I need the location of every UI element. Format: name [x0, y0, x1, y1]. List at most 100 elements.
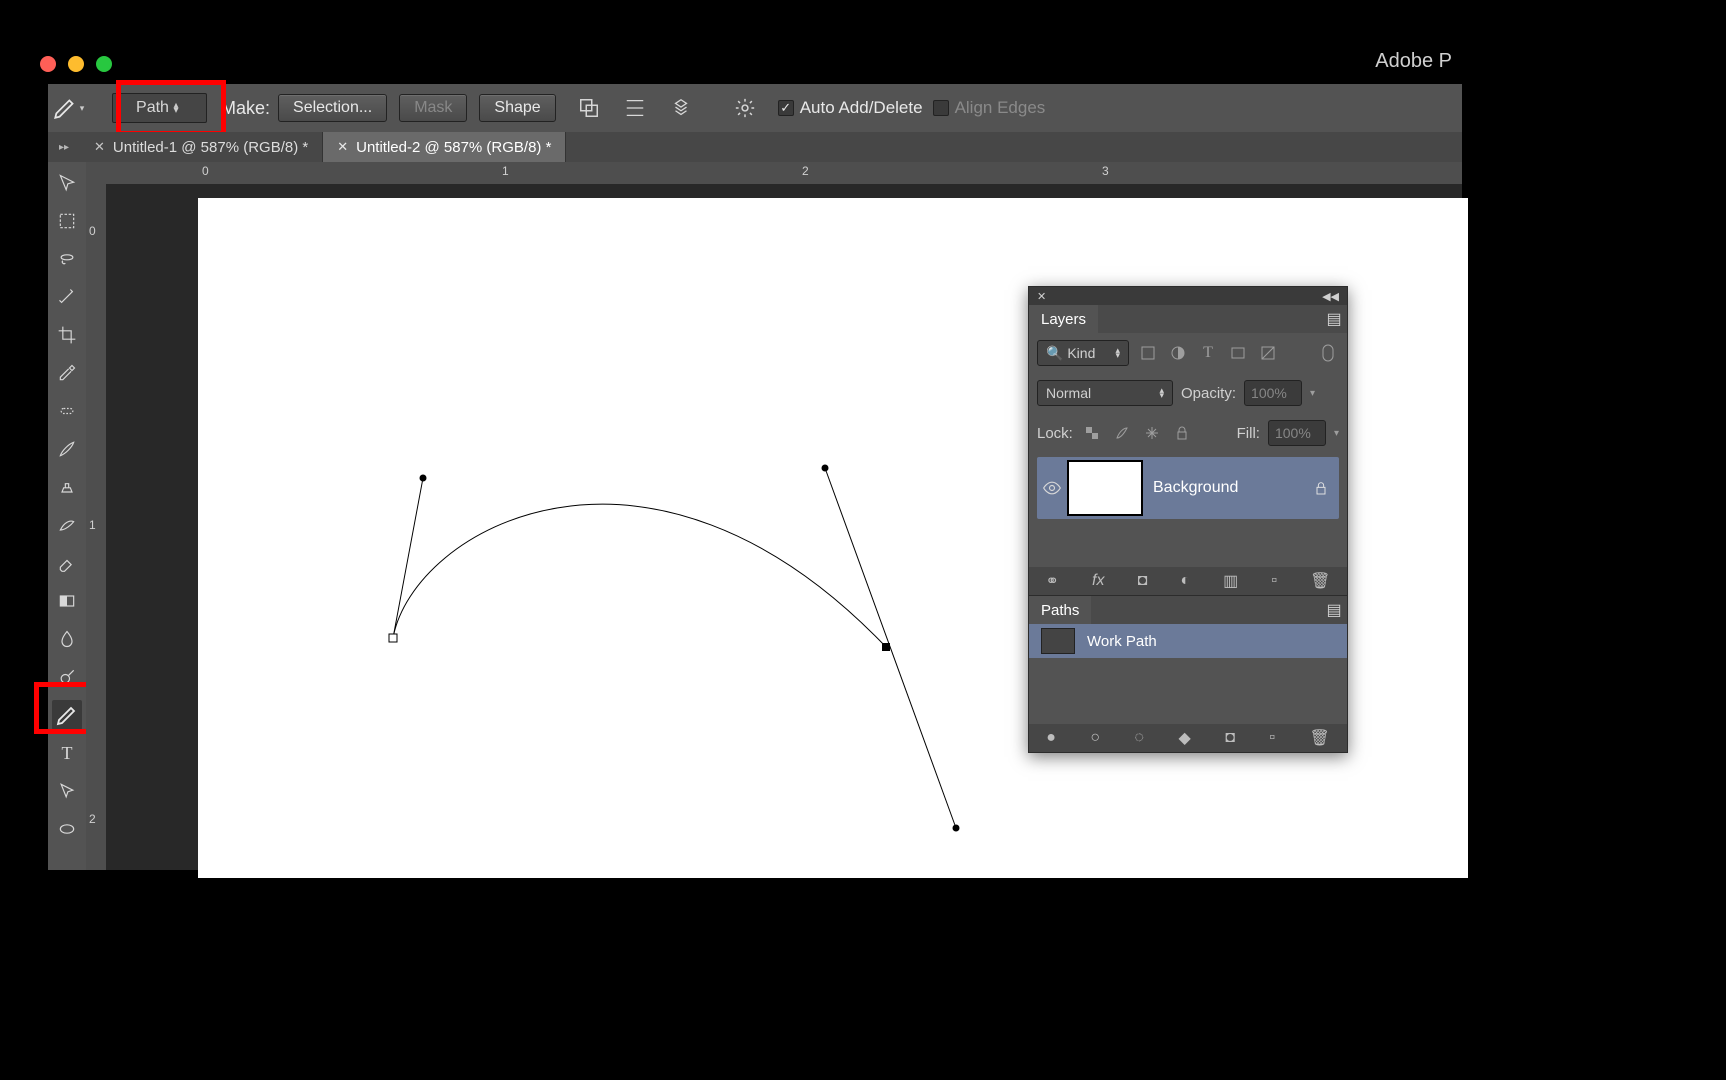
brush-tool[interactable]	[52, 434, 82, 464]
layer-filter-kind[interactable]: 🔍 Kind ▴▾	[1037, 340, 1129, 366]
make-selection-button[interactable]: Selection...	[278, 94, 387, 122]
add-mask-icon[interactable]: ◘	[1225, 729, 1235, 747]
path-row[interactable]: Work Path	[1029, 624, 1347, 658]
pen-tool[interactable]	[52, 700, 82, 730]
window-zoom-button[interactable]	[96, 56, 112, 72]
new-layer-icon[interactable]: ▫	[1271, 572, 1277, 590]
paths-footer: ● ○ ◌ ◆ ◘ ▫ 🗑	[1029, 724, 1347, 752]
panel-menu-icon[interactable]: ▤	[1321, 309, 1347, 329]
direction-point[interactable]	[953, 825, 960, 832]
gear-settings-button[interactable]	[728, 91, 762, 125]
checkbox-checked-icon[interactable]	[778, 100, 794, 116]
magic-wand-tool[interactable]	[52, 282, 82, 312]
document-tab[interactable]: ✕ Untitled-2 @ 587% (RGB/8) *	[323, 132, 566, 162]
updown-icon: ▴▾	[169, 103, 183, 113]
rectangular-marquee-tool[interactable]	[52, 206, 82, 236]
window-controls	[40, 56, 112, 72]
layers-tab[interactable]: Layers	[1029, 305, 1098, 333]
lock-all-icon[interactable]	[1171, 422, 1193, 444]
path-selection-tool[interactable]	[52, 776, 82, 806]
auto-add-delete-option[interactable]: Auto Add/Delete	[778, 98, 923, 118]
close-tab-icon[interactable]: ✕	[94, 139, 105, 155]
dodge-tool[interactable]	[52, 662, 82, 692]
gradient-tool[interactable]	[52, 586, 82, 616]
selection-to-path-icon[interactable]: ◆	[1178, 728, 1190, 748]
type-tool[interactable]: T	[52, 738, 82, 768]
opacity-label: Opacity:	[1181, 385, 1236, 402]
blend-mode-dropdown[interactable]: Normal ▴▾	[1037, 380, 1173, 406]
path-thumbnail[interactable]	[1041, 628, 1075, 654]
filter-toggle[interactable]	[1317, 342, 1339, 364]
window-close-button[interactable]	[40, 56, 56, 72]
eraser-tool[interactable]	[52, 548, 82, 578]
visibility-toggle[interactable]	[1037, 478, 1067, 498]
lock-transparency-icon[interactable]	[1081, 422, 1103, 444]
layer-row[interactable]: Background	[1037, 457, 1339, 519]
tool-preset-picker[interactable]: ▾	[48, 88, 88, 128]
panels-group[interactable]: ✕ ◀◀ Layers ▤ 🔍 Kind ▴▾ T Normal ▴▾ Opac…	[1028, 286, 1348, 753]
document-tab-bar: ▸▸ ✕ Untitled-1 @ 587% (RGB/8) * ✕ Untit…	[48, 132, 1462, 162]
direction-point[interactable]	[420, 475, 427, 482]
stroke-path-icon[interactable]: ○	[1090, 729, 1100, 747]
lock-position-icon[interactable]	[1141, 422, 1163, 444]
make-mask-button: Mask	[399, 94, 467, 122]
move-tool[interactable]	[52, 168, 82, 198]
document-tab[interactable]: ✕ Untitled-1 @ 587% (RGB/8) *	[80, 132, 323, 162]
layer-mask-icon[interactable]: ◘	[1138, 572, 1148, 590]
tool-mode-dropdown[interactable]: Path ▴▾	[112, 93, 207, 123]
blur-tool[interactable]	[52, 624, 82, 654]
lock-icon	[1313, 480, 1329, 496]
fill-value[interactable]: 100%	[1268, 420, 1326, 446]
horizontal-ruler[interactable]: 0 1 2 3	[106, 162, 1462, 184]
tools-panel: T	[48, 162, 86, 870]
path-to-selection-icon[interactable]: ◌	[1134, 729, 1144, 747]
clone-stamp-tool[interactable]	[52, 472, 82, 502]
filter-shape-icon[interactable]	[1227, 342, 1249, 364]
lock-pixels-icon[interactable]	[1111, 422, 1133, 444]
lasso-tool[interactable]	[52, 244, 82, 274]
link-layers-icon[interactable]: ⚭	[1046, 571, 1059, 591]
align-edges-option[interactable]: Align Edges	[933, 98, 1046, 118]
close-tab-icon[interactable]: ✕	[337, 139, 348, 155]
path-arrangement-button[interactable]	[664, 91, 698, 125]
spot-healing-tool[interactable]	[52, 396, 82, 426]
panel-menu-icon[interactable]: ▤	[1321, 600, 1347, 620]
fill-path-icon[interactable]: ●	[1046, 729, 1056, 747]
filter-adjust-icon[interactable]	[1167, 342, 1189, 364]
expand-panels-button[interactable]: ▸▸	[48, 132, 80, 162]
make-shape-button[interactable]: Shape	[479, 94, 555, 122]
layer-thumbnail[interactable]	[1067, 460, 1143, 516]
paths-list: Work Path	[1029, 624, 1347, 724]
crop-tool[interactable]	[52, 320, 82, 350]
app-title: Adobe P	[1375, 50, 1452, 73]
ellipse-shape-tool[interactable]	[52, 814, 82, 844]
layer-group-icon[interactable]: ▥	[1223, 571, 1238, 591]
delete-path-icon[interactable]: 🗑	[1309, 728, 1329, 748]
close-panel-icon[interactable]: ✕	[1037, 290, 1046, 303]
delete-layer-icon[interactable]: 🗑	[1310, 571, 1330, 591]
collapse-panel-icon[interactable]: ◀◀	[1322, 290, 1339, 303]
eyedropper-tool[interactable]	[52, 358, 82, 388]
adjustment-layer-icon[interactable]: ◐	[1180, 572, 1190, 590]
new-path-icon[interactable]: ▫	[1269, 729, 1275, 747]
tool-mode-value: Path	[136, 99, 169, 117]
history-brush-tool[interactable]	[52, 510, 82, 540]
anchor-point-selected[interactable]	[882, 643, 890, 651]
anchor-point[interactable]	[389, 634, 397, 642]
paths-tab[interactable]: Paths	[1029, 596, 1091, 624]
tab-label: Untitled-1 @ 587% (RGB/8) *	[113, 139, 308, 156]
ruler-origin[interactable]	[86, 162, 106, 184]
path-alignment-button[interactable]	[618, 91, 652, 125]
filter-pixel-icon[interactable]	[1137, 342, 1159, 364]
layer-name[interactable]: Background	[1153, 479, 1313, 497]
filter-smart-icon[interactable]	[1257, 342, 1279, 364]
opacity-value[interactable]: 100%	[1244, 380, 1302, 406]
path-name[interactable]: Work Path	[1087, 633, 1157, 650]
direction-point[interactable]	[822, 465, 829, 472]
layer-fx-icon[interactable]: fx	[1092, 572, 1104, 590]
vertical-ruler[interactable]: 0 1 2	[86, 184, 106, 870]
checkbox-unchecked-icon[interactable]	[933, 100, 949, 116]
path-operations-button[interactable]	[572, 91, 606, 125]
window-minimize-button[interactable]	[68, 56, 84, 72]
filter-type-icon[interactable]: T	[1197, 342, 1219, 364]
